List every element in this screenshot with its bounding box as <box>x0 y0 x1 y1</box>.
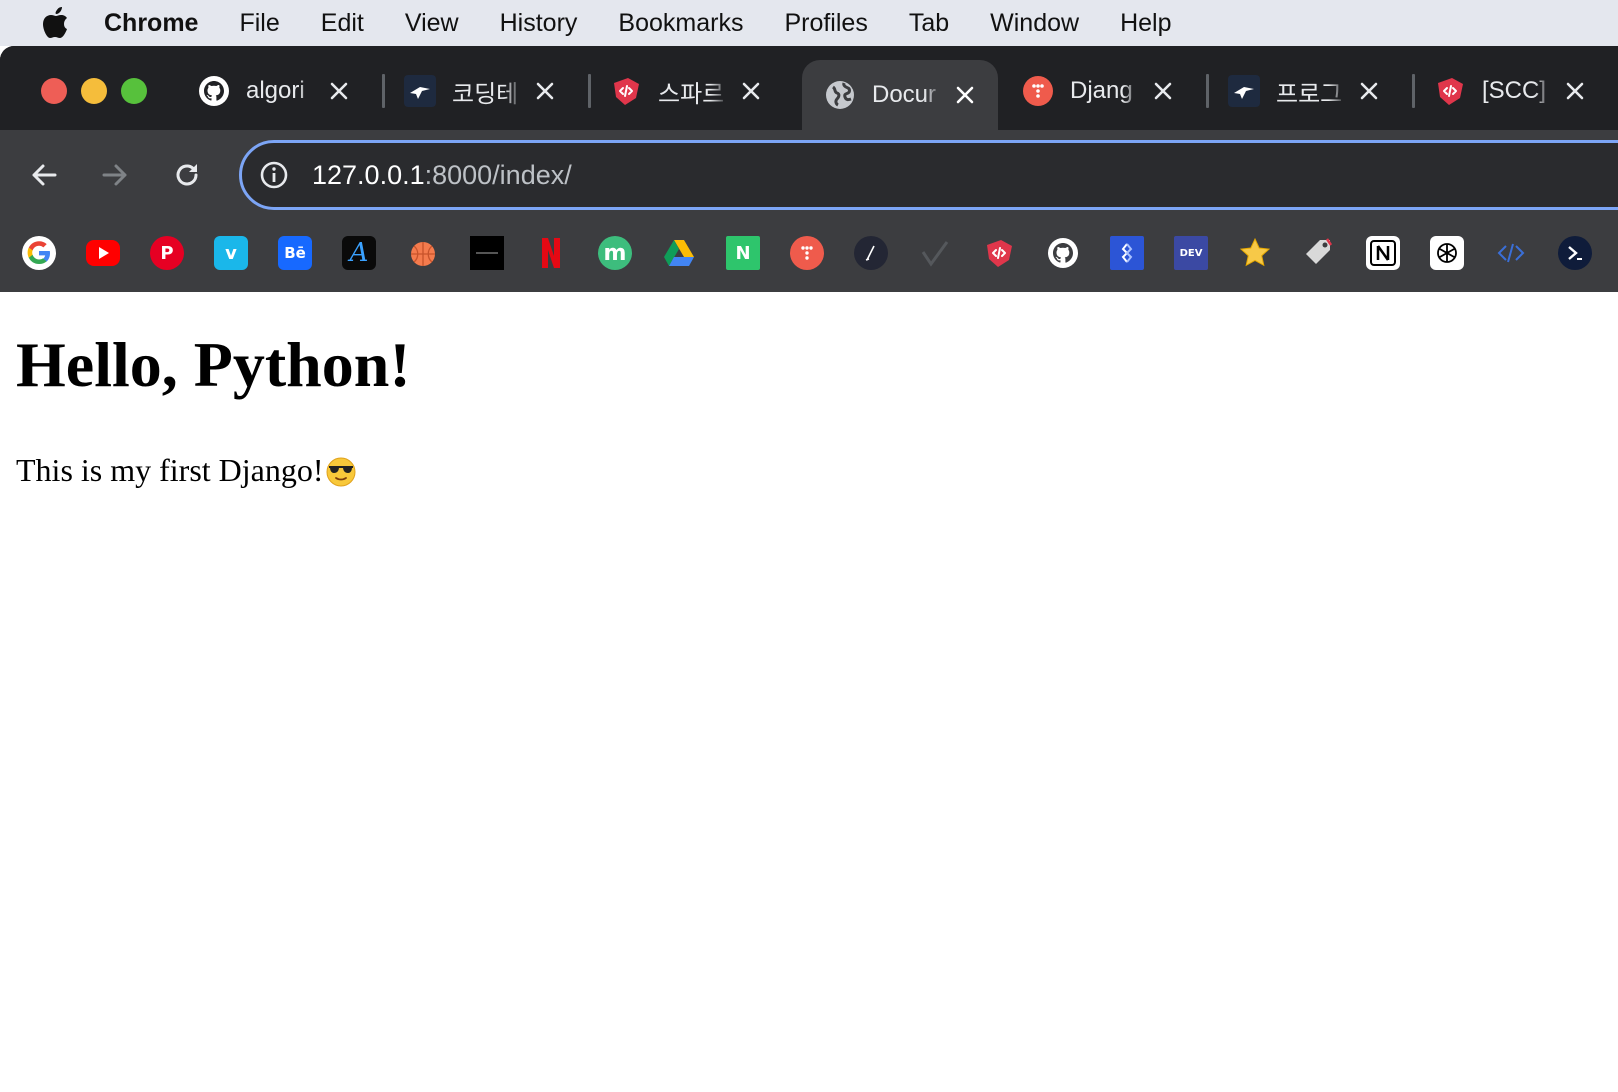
behance-icon[interactable]: Bē <box>278 236 312 270</box>
star-icon[interactable] <box>1238 236 1272 270</box>
basketball-icon[interactable] <box>406 236 440 270</box>
close-icon[interactable] <box>532 78 558 104</box>
menu-history[interactable]: History <box>500 0 578 46</box>
page-paragraph-text: This is my first Django! <box>16 452 324 488</box>
sunglasses-emoji-icon <box>325 455 357 487</box>
reload-icon <box>176 164 198 186</box>
globe-icon <box>824 79 856 111</box>
tab-title: algori <box>246 77 305 104</box>
address-bar[interactable]: 127.0.0.1:8000/index/ <box>239 140 1618 210</box>
close-icon[interactable] <box>738 78 764 104</box>
reload-button[interactable] <box>164 152 210 198</box>
tab-django[interactable]: Djang <box>1000 60 1196 122</box>
tab-sparta[interactable]: 스파르 <box>588 60 784 122</box>
tab-title: 프로그 <box>1276 80 1343 108</box>
close-icon[interactable] <box>326 78 352 104</box>
close-icon[interactable] <box>1356 78 1382 104</box>
page-heading: Hello, Python! <box>16 329 411 400</box>
menu-app-chrome[interactable]: Chrome <box>104 0 198 46</box>
close-icon[interactable] <box>952 82 978 108</box>
menu-file[interactable]: File <box>239 0 279 46</box>
sparta-icon <box>1434 75 1466 107</box>
openai-icon[interactable] <box>1430 236 1464 270</box>
close-icon[interactable] <box>1562 78 1588 104</box>
tab-title: 스파르 <box>658 80 725 108</box>
check-icon[interactable] <box>918 236 952 270</box>
menu-tab[interactable]: Tab <box>909 0 949 46</box>
pen-circle-icon[interactable] <box>854 236 888 270</box>
terminal-icon[interactable] <box>1558 236 1592 270</box>
dots-red-icon[interactable] <box>790 236 824 270</box>
url-text: 127.0.0.1:8000/index/ <box>312 160 572 191</box>
menu-window[interactable]: Window <box>990 0 1079 46</box>
page-content: Hello, Python! This is my first Django! <box>0 292 1618 1092</box>
m-circle-icon[interactable]: m <box>598 236 632 270</box>
toolbar: 127.0.0.1:8000/index/ <box>0 130 1618 220</box>
menu-edit[interactable]: Edit <box>321 0 364 46</box>
apple-logo-icon[interactable] <box>38 6 72 40</box>
github-icon <box>198 75 230 107</box>
github-icon[interactable] <box>1046 236 1080 270</box>
zoom-window-button[interactable] <box>121 78 147 104</box>
tab-coding-test[interactable]: 코딩테 <box>382 60 578 122</box>
page-paragraph: This is my first Django! <box>16 452 357 489</box>
programmers-icon <box>404 75 436 107</box>
tab-title: 코딩테 <box>452 80 519 108</box>
netflix-icon[interactable] <box>534 236 568 270</box>
dots-red-icon <box>1022 75 1054 107</box>
notion-icon[interactable] <box>1366 236 1400 270</box>
bookmarks-bar: P v Bē A m N DEV <box>0 220 1618 292</box>
close-window-button[interactable] <box>41 78 67 104</box>
close-icon[interactable] <box>1150 78 1176 104</box>
url-host: 127.0.0.1 <box>312 159 425 190</box>
arrow-right-icon <box>102 164 127 186</box>
menu-profiles[interactable]: Profiles <box>784 0 867 46</box>
minimize-window-button[interactable] <box>81 78 107 104</box>
vimeo-icon[interactable]: v <box>214 236 248 270</box>
sparta-icon <box>610 75 642 107</box>
menu-bar: Chrome File Edit View History Bookmarks … <box>0 0 1618 46</box>
tab-title: [SCC] <box>1482 77 1547 104</box>
menu-bookmarks[interactable]: Bookmarks <box>618 0 743 46</box>
black-box-icon[interactable] <box>470 236 504 270</box>
tab-title: Djang <box>1070 77 1133 104</box>
back-button[interactable] <box>21 152 67 198</box>
menu-help[interactable]: Help <box>1120 0 1171 46</box>
programmers-icon <box>1228 75 1260 107</box>
youtube-icon[interactable] <box>86 240 120 266</box>
tab-title: Docur <box>872 81 937 108</box>
arrow-left-icon <box>32 164 57 186</box>
dev-icon[interactable]: DEV <box>1174 236 1208 270</box>
tab-strip: algori 코딩테 스파르 Docur Djang 프로그 [SCC] <box>0 46 1618 130</box>
google-icon[interactable] <box>22 236 56 270</box>
browser-window: algori 코딩테 스파르 Docur Djang 프로그 [SCC] 127… <box>0 46 1618 292</box>
forward-button[interactable] <box>92 152 138 198</box>
tag-icon[interactable] <box>1302 236 1336 270</box>
url-path: :8000/index/ <box>424 159 572 190</box>
n-green-icon[interactable]: N <box>726 236 760 270</box>
menu-view[interactable]: View <box>405 0 459 46</box>
site-info-icon[interactable] <box>258 159 290 191</box>
google-drive-icon[interactable] <box>662 236 696 270</box>
tab-programmers[interactable]: 프로그 <box>1206 60 1402 122</box>
tab-document-active[interactable]: Docur <box>802 60 998 130</box>
script-a-icon[interactable]: A <box>342 236 376 270</box>
tab-algori[interactable]: algori <box>176 60 372 122</box>
code-brackets-icon[interactable] <box>1494 236 1528 270</box>
sparta-icon[interactable] <box>982 236 1016 270</box>
blue-gem-icon[interactable] <box>1110 236 1144 270</box>
pinterest-icon[interactable]: P <box>150 236 184 270</box>
tab-scc[interactable]: [SCC] <box>1412 60 1608 122</box>
